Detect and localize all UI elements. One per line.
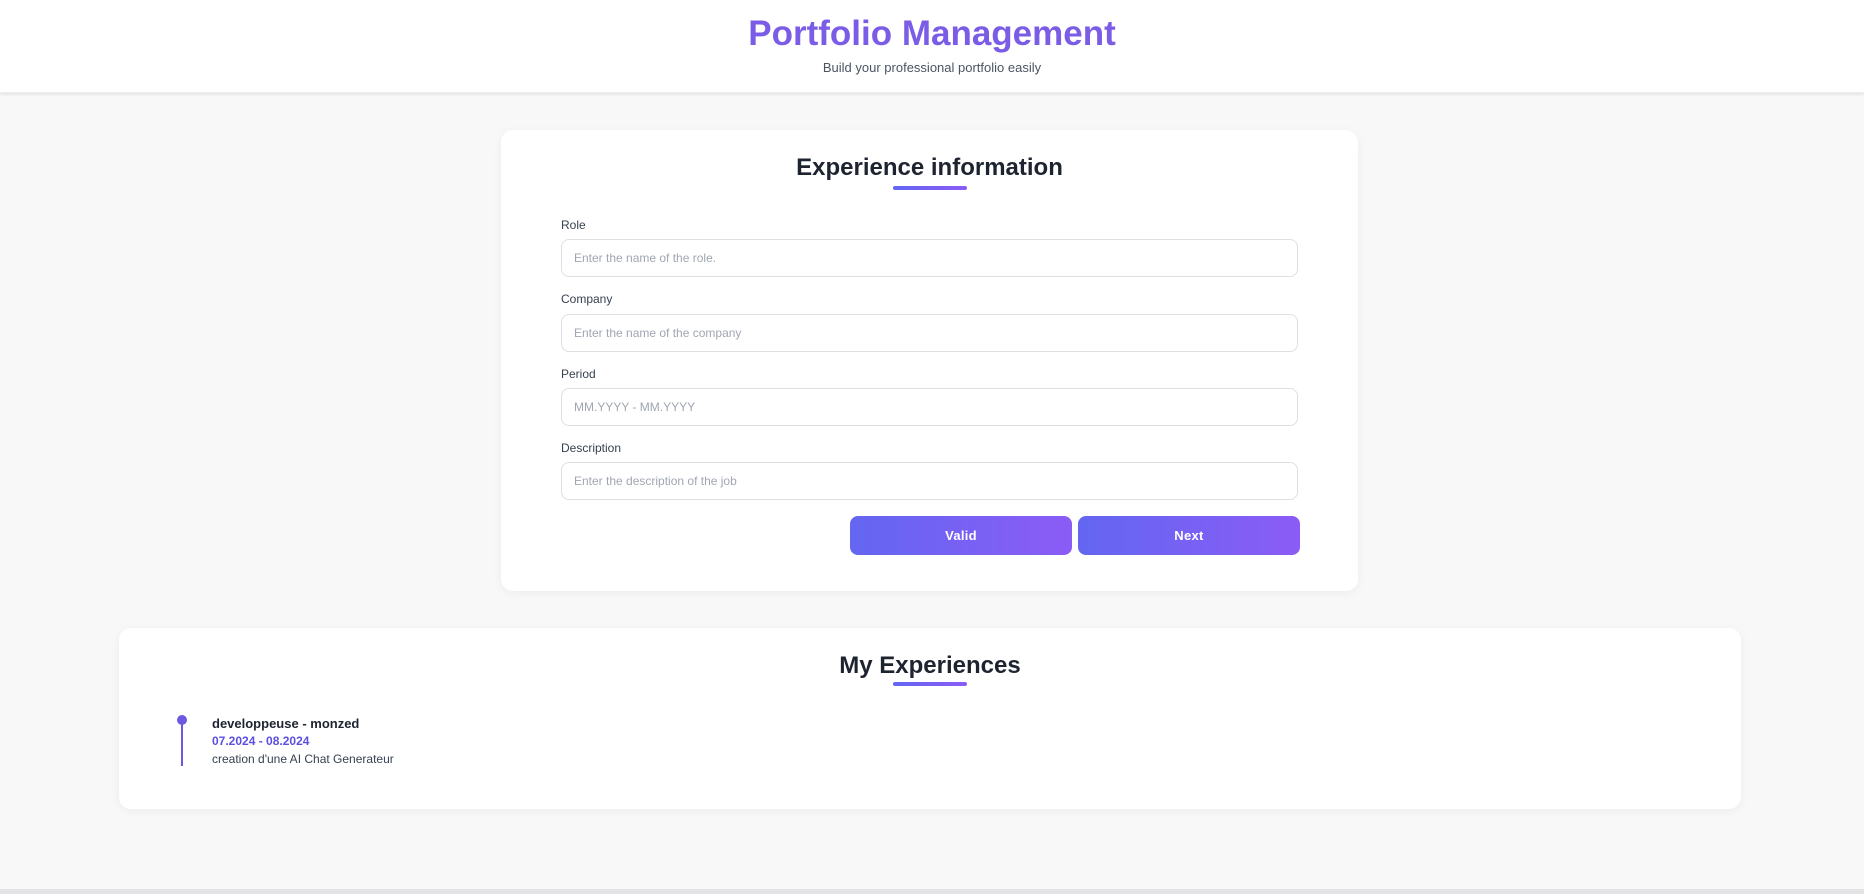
experiences-card: My Experiences developpeuse - monzed 07.…	[119, 628, 1741, 809]
app-title: Portfolio Management	[748, 14, 1116, 53]
form-title: Experience information	[796, 154, 1063, 181]
experiences-title-underline	[893, 682, 967, 686]
timeline-dot-icon	[177, 715, 187, 725]
description-label: Description	[561, 441, 622, 455]
company-label: Company	[561, 292, 613, 306]
experience-heading: developpeuse - monzed	[212, 716, 359, 732]
valid-button[interactable]: Valid	[850, 516, 1072, 555]
next-button[interactable]: Next	[1078, 516, 1300, 555]
experience-role: developpeuse	[212, 716, 299, 731]
experiences-title: My Experiences	[839, 652, 1021, 679]
experience-description: creation d'une AI Chat Generateur	[212, 752, 394, 766]
experience-period: 07.2024 - 08.2024	[212, 734, 310, 748]
experience-separator: -	[298, 716, 311, 731]
period-input[interactable]	[561, 388, 1298, 426]
company-input[interactable]	[561, 314, 1298, 352]
form-title-underline	[892, 186, 967, 190]
role-input[interactable]	[561, 239, 1298, 277]
description-input[interactable]	[561, 462, 1298, 500]
app-header: Portfolio Management Build your professi…	[0, 0, 1864, 93]
timeline-line	[181, 721, 183, 766]
role-label: Role	[561, 218, 586, 232]
period-label: Period	[561, 367, 596, 381]
app-subtitle: Build your professional portfolio easily	[822, 60, 1042, 75]
experience-form-card: Experience information Role Company Peri…	[501, 130, 1358, 591]
footer-divider	[0, 889, 1864, 894]
experience-company: monzed	[310, 716, 360, 731]
